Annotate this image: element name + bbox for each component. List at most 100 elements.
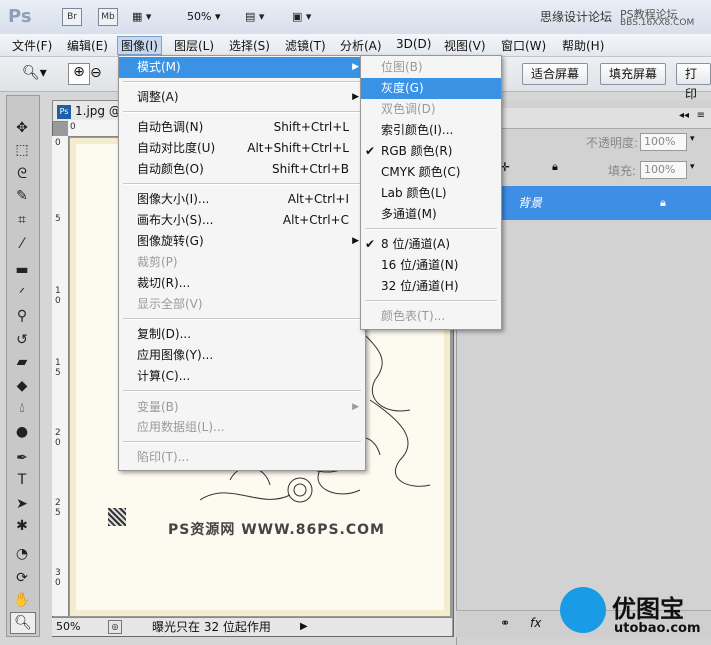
image-menu-item-canvas-size[interactable]: 画布大小(S)... Alt+Ctrl+C (119, 210, 365, 231)
mode-item-bitmap[interactable]: 位图(B) (361, 57, 501, 78)
mode-item-rgb-color[interactable]: ✔ RGB 颜色(R) (361, 141, 501, 162)
mode-item-duotone[interactable]: 双色调(D) (361, 99, 501, 120)
screen-mode-dropdown[interactable]: ▣ ▾ (292, 10, 311, 23)
lock-all-icon[interactable]: 🔒︎ (552, 160, 558, 174)
menu-3d[interactable]: 3D(D) (396, 37, 431, 51)
eyedropper-tool-icon[interactable]: ⁄ (10, 234, 34, 254)
arrange-documents-dropdown[interactable]: ▤ ▾ (245, 10, 264, 23)
mode-item-16-bit[interactable]: 16 位/通道(N) (361, 255, 501, 276)
menu-image[interactable]: 图像(I) (117, 36, 162, 55)
logo-text-en: utobao.com (614, 621, 701, 636)
lasso-tool-icon[interactable]: ᘓ (10, 164, 34, 184)
healing-brush-tool-icon[interactable]: ▬ (10, 260, 34, 280)
status-zoom-field[interactable]: 50% (56, 618, 80, 636)
status-info-icon[interactable]: ◎ (108, 620, 122, 634)
image-menu: 模式(M) ▶ 调整(A) ▶ 自动色调(N) Shift+Ctrl+L 自动对比度(… (118, 55, 366, 471)
link-layers-icon[interactable]: ⚭ (500, 616, 510, 630)
menu-item-label: 画布大小(S)... (137, 213, 214, 227)
image-menu-item-auto-contrast[interactable]: 自动对比度(U) Alt+Shift+Ctrl+L (119, 138, 365, 159)
image-menu-item-image-size[interactable]: 图像大小(I)... Alt+Ctrl+I (119, 189, 365, 210)
mode-item-indexed-color[interactable]: 索引颜色(I)... (361, 120, 501, 141)
menu-analysis[interactable]: 分析(A) (340, 37, 382, 54)
view-extras-dropdown[interactable]: ▦ ▾ (132, 10, 151, 23)
image-menu-item-auto-tone[interactable]: 自动色调(N) Shift+Ctrl+L (119, 117, 365, 138)
crop-tool-icon[interactable]: ⌗ (10, 210, 34, 230)
layer-name: 背景 (518, 196, 543, 210)
mode-submenu: 位图(B) 灰度(G) 双色调(D) 索引颜色(I)... ✔ RGB 颜色(R)… (360, 55, 502, 330)
zoom-level-dropdown[interactable]: 50% ▾ (187, 10, 220, 23)
dodge-tool-icon[interactable]: ● (10, 422, 34, 442)
mini-bridge-button[interactable]: Mb (98, 8, 118, 26)
status-menu-arrow-icon[interactable]: ▶ (300, 618, 308, 636)
mode-item-32-bit[interactable]: 32 位/通道(H) (361, 276, 501, 297)
fill-screen-button[interactable]: 填充屏幕 (600, 63, 667, 85)
image-menu-item-variables[interactable]: 变量(B) ▶ (119, 397, 365, 418)
mode-item-grayscale[interactable]: 灰度(G) (361, 78, 501, 99)
layer-style-icon[interactable]: fx (530, 616, 541, 630)
ps-file-icon: Ps (57, 104, 71, 119)
panel-menu-icon[interactable]: ≡ (697, 110, 705, 121)
image-menu-item-trap[interactable]: 陷印(T)... (119, 447, 365, 468)
image-menu-item-apply-data-set[interactable]: 应用数据组(L)... (119, 417, 365, 438)
opacity-field[interactable]: 100% (640, 133, 687, 151)
image-menu-item-image-rotation[interactable]: 图像旋转(G) ▶ (119, 231, 365, 252)
menu-edit[interactable]: 编辑(E) (67, 37, 108, 54)
image-menu-item-trim[interactable]: 裁切(R)... (119, 273, 365, 294)
hand-tool-icon[interactable]: ✋ (10, 590, 34, 610)
mode-item-lab-color[interactable]: Lab 颜色(L) (361, 183, 501, 204)
image-menu-item-duplicate[interactable]: 复制(D)... (119, 324, 365, 345)
history-brush-tool-icon[interactable]: ↺ (10, 330, 34, 350)
clone-stamp-tool-icon[interactable]: ⚲ (10, 306, 34, 326)
image-menu-item-calculations[interactable]: 计算(C)... (119, 366, 365, 387)
tools-panel: ✥ ⬚ ᘓ ✎ ⌗ ⁄ ▬ ᐟ ⚲ ↺ ▰ ◆ 💧︎ ● ✒ T ➤ ✱ ◔ ⟳… (6, 95, 40, 637)
mode-item-8-bit[interactable]: ✔ 8 位/通道(A) (361, 234, 501, 255)
zoom-tool-preset-icon[interactable]: 🔍︎▾ (22, 65, 47, 81)
image-menu-item-reveal-all[interactable]: 显示全部(V) (119, 294, 365, 315)
blur-tool-icon[interactable]: 💧︎ (10, 398, 34, 418)
print-size-button[interactable]: 打印 (676, 63, 711, 101)
image-menu-item-adjustments[interactable]: 调整(A) ▶ (119, 87, 365, 108)
path-selection-tool-icon[interactable]: ➤ (10, 494, 34, 514)
pen-tool-icon[interactable]: ✒ (10, 448, 34, 468)
image-menu-item-apply-image[interactable]: 应用图像(Y)... (119, 345, 365, 366)
menu-layer[interactable]: 图层(L) (174, 37, 214, 54)
zoom-tool-icon[interactable]: 🔍︎ (10, 612, 36, 634)
bridge-button[interactable]: Br (62, 8, 82, 26)
fit-screen-button[interactable]: 适合屏幕 (522, 63, 589, 85)
menu-window[interactable]: 窗口(W) (501, 37, 546, 54)
menu-item-label: RGB 颜色(R) (381, 144, 453, 158)
layer-row-background[interactable]: 背景 🔒︎ (490, 186, 711, 220)
bird-logo-icon (560, 587, 606, 633)
quick-selection-tool-icon[interactable]: ✎ (10, 186, 34, 206)
menu-file[interactable]: 文件(F) (12, 37, 52, 54)
fill-dropdown-icon[interactable]: ▾ (690, 162, 695, 172)
menu-help[interactable]: 帮助(H) (562, 37, 604, 54)
type-tool-icon[interactable]: T (10, 470, 34, 490)
3d-rotate-tool-icon[interactable]: ◔ (10, 544, 34, 564)
fill-field[interactable]: 100% (640, 161, 687, 179)
collapse-panel-icon[interactable]: ◂◂ (679, 110, 689, 121)
3d-orbit-tool-icon[interactable]: ⟳ (10, 568, 34, 588)
paint-bucket-tool-icon[interactable]: ◆ (10, 376, 34, 396)
menu-filter[interactable]: 滤镜(T) (285, 37, 326, 54)
zoom-out-icon[interactable]: ⊖ (90, 65, 102, 81)
shape-tool-icon[interactable]: ✱ (10, 516, 34, 536)
menu-view[interactable]: 视图(V) (444, 37, 486, 54)
mode-item-color-table[interactable]: 颜色表(T)... (361, 306, 501, 327)
opacity-dropdown-icon[interactable]: ▾ (690, 134, 695, 144)
mode-item-multichannel[interactable]: 多通道(M) (361, 204, 501, 225)
image-menu-item-mode[interactable]: 模式(M) ▶ (119, 57, 365, 78)
mode-item-cmyk-color[interactable]: CMYK 颜色(C) (361, 162, 501, 183)
menu-item-label: 应用数据组(L)... (137, 420, 225, 434)
zoom-in-icon[interactable]: ⊕ (68, 63, 90, 85)
menu-item-label: 自动色调(N) (137, 120, 204, 134)
image-menu-item-auto-color[interactable]: 自动颜色(O) Shift+Ctrl+B (119, 159, 365, 180)
marquee-tool-icon[interactable]: ⬚ (10, 140, 34, 160)
menu-select[interactable]: 选择(S) (229, 37, 270, 54)
eraser-tool-icon[interactable]: ▰ (10, 352, 34, 372)
move-tool-icon[interactable]: ✥ (10, 118, 34, 138)
image-menu-item-crop[interactable]: 裁剪(P) (119, 252, 365, 273)
brush-tool-icon[interactable]: ᐟ (10, 284, 34, 304)
photoshop-logo: Ps (8, 6, 32, 27)
vertical-ruler[interactable]: 0 5 1 0 1 5 2 0 2 5 3 0 (52, 136, 69, 616)
